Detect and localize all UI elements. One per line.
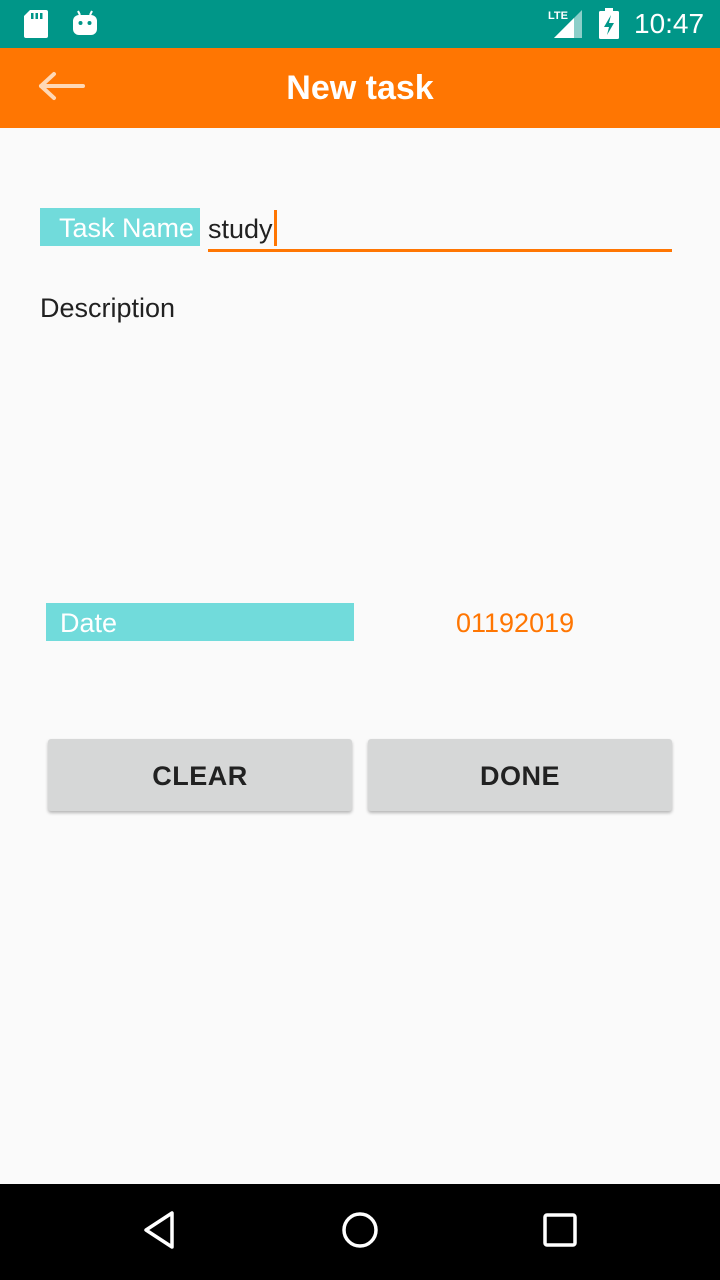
nav-back-button[interactable] <box>136 1208 184 1256</box>
task-name-value: study <box>208 210 277 248</box>
back-triangle-icon <box>142 1210 178 1255</box>
recents-square-icon <box>542 1212 578 1253</box>
app-toolbar: New task <box>0 48 720 128</box>
task-name-label: Task Name <box>40 208 200 246</box>
sd-card-icon <box>24 10 48 43</box>
clear-button[interactable]: CLEAR <box>48 739 352 811</box>
page-title: New task <box>286 69 434 107</box>
new-task-screen: LTE 10:47 New task Task Name study Descr… <box>0 0 720 1280</box>
nav-home-button[interactable] <box>336 1208 384 1256</box>
task-name-input[interactable]: study <box>208 206 672 252</box>
date-value[interactable]: 01192019 <box>456 603 574 643</box>
android-icon <box>72 10 98 43</box>
date-label: Date <box>46 603 354 641</box>
status-time: 10:47 <box>634 8 705 39</box>
home-circle-icon <box>340 1210 380 1255</box>
status-bar: LTE 10:47 <box>0 0 720 48</box>
text-cursor <box>273 210 277 246</box>
back-button[interactable] <box>30 66 94 110</box>
svg-text:LTE: LTE <box>548 10 568 22</box>
system-nav-bar <box>0 1184 720 1280</box>
battery-charging-icon <box>598 8 620 45</box>
description-field[interactable]: Description <box>40 288 175 328</box>
lte-signal-icon: LTE <box>548 8 584 45</box>
nav-recents-button[interactable] <box>536 1208 584 1256</box>
arrow-back-icon <box>38 71 86 106</box>
done-button[interactable]: DONE <box>368 739 672 811</box>
